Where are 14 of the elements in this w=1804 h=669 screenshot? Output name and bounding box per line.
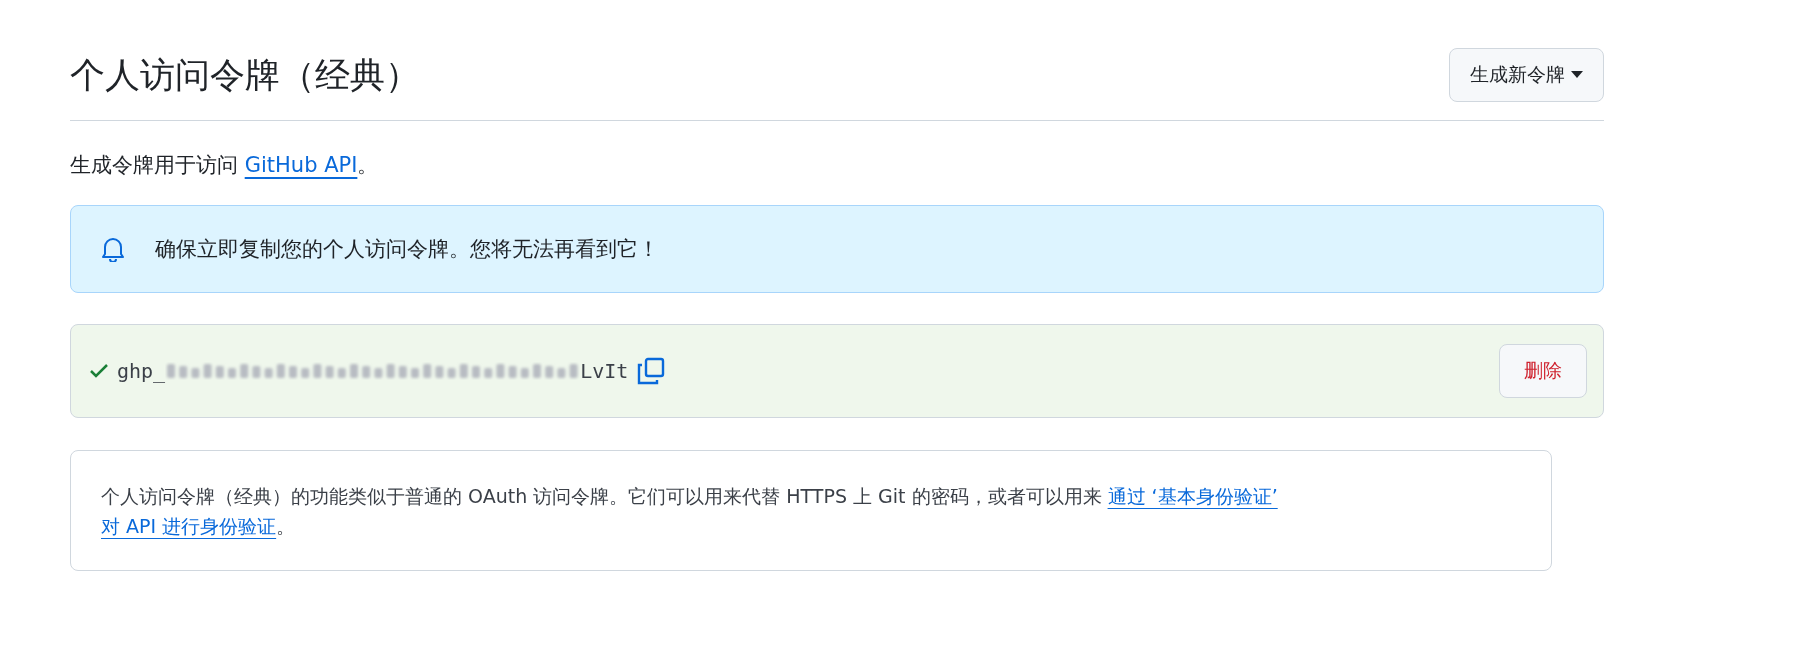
delete-button[interactable]: 删除 [1499, 344, 1587, 398]
intro-text: 生成令牌用于访问 GitHub API。 [70, 152, 380, 179]
bell-icon [101, 236, 125, 262]
token-suffix: LvIt [580, 359, 629, 383]
api-link[interactable]: GitHub API [244, 153, 358, 177]
info-text: 个人访问令牌（经典）的功能类似于普通的 OAuth 访问令牌。它们可以用来代替 HTTPS 上 Git 的密码，或者可以用来 通过 ‘基本身份验证’ 对 API 进行身份验证。 [101, 484, 1279, 540]
api-auth-link[interactable]: 对 API 进行身份验证 [101, 515, 277, 538]
generate-token-button[interactable]: 生成新令牌 [1449, 48, 1604, 102]
caret-icon [1571, 71, 1583, 79]
basic-auth-link[interactable]: 通过 ‘基本身份验证’ [1107, 485, 1278, 507]
token-prefix: ghp_ [117, 359, 166, 383]
flash-message: 确保立即复制您的个人访问令牌。您将无法再看到它！ [155, 236, 659, 263]
copy-icon[interactable] [636, 356, 667, 386]
page-title: 个人访问令牌（经典） [70, 53, 420, 97]
